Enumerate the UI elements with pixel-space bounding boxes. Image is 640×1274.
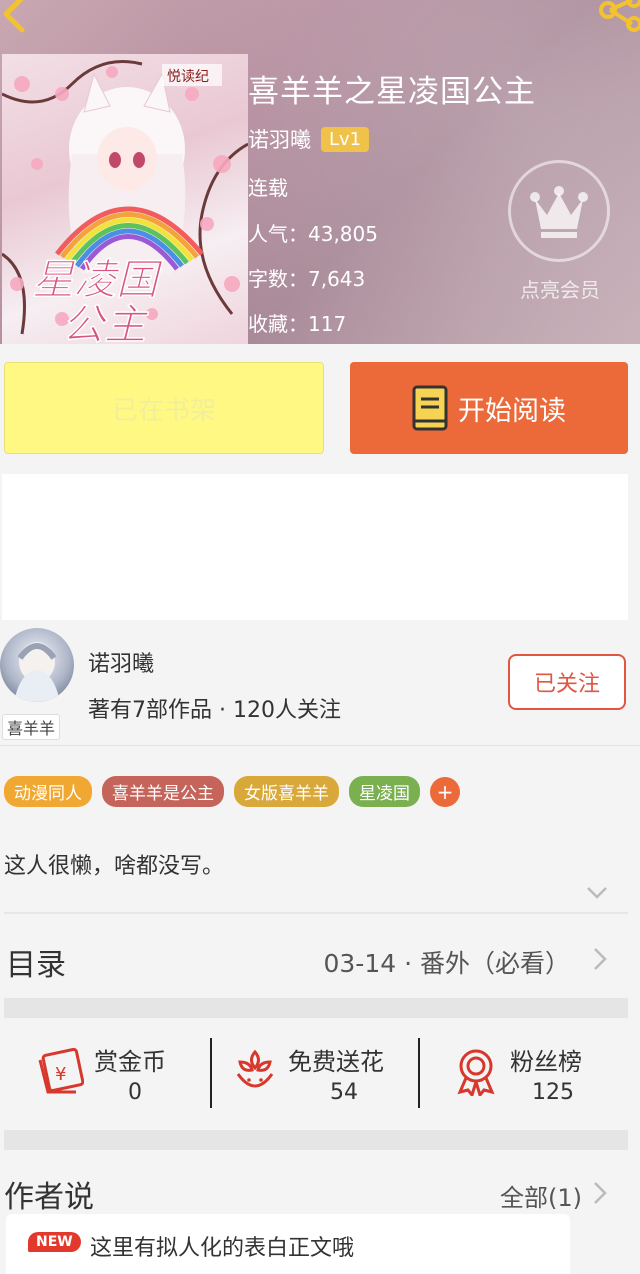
stats-divider [210, 1038, 212, 1108]
award-ribbon-icon [457, 1049, 495, 1096]
crown-icon [530, 186, 588, 238]
svg-text:¥: ¥ [55, 1064, 66, 1085]
stat-label: 赏金币 [94, 1048, 166, 1076]
tag-item[interactable]: 星凌国 [349, 776, 420, 807]
back-arrow-icon[interactable] [0, 0, 30, 34]
stat-value: 125 [532, 1080, 574, 1105]
share-icon[interactable] [596, 0, 640, 34]
section-separator [4, 1130, 628, 1150]
book-icon [412, 385, 448, 431]
stat-value: 0 [128, 1080, 142, 1105]
member-label[interactable]: 点亮会员 [510, 274, 610, 303]
popularity-count: 人气：43,805 [248, 222, 378, 246]
reward-coins-stat[interactable]: ¥ 赏金币 0 [0, 1030, 210, 1120]
svg-text:星凌国: 星凌国 [32, 255, 163, 304]
author-card-name[interactable]: 诺羽曦 [88, 646, 154, 678]
in-bookshelf-button[interactable]: 已在书架 [4, 362, 324, 454]
favorites-count: 收藏：117 [248, 312, 347, 336]
chevron-right-icon[interactable] [592, 1180, 608, 1206]
serial-status: 连载 [248, 176, 288, 200]
free-flowers-stat[interactable]: 免费送花 54 [212, 1030, 418, 1120]
catalog-title[interactable]: 目录 [6, 940, 66, 984]
stat-label: 粉丝榜 [510, 1048, 582, 1076]
chevron-right-icon[interactable] [592, 946, 608, 972]
followed-button[interactable]: 已关注 [508, 654, 626, 710]
book-header: 悦读纪 星凌国 公主 喜羊羊之星凌国公主 诺羽曦 Lv1 连载 人气：43,80… [0, 0, 640, 344]
book-title: 喜羊羊之星凌国公主 [248, 74, 536, 110]
member-button[interactable] [508, 160, 610, 262]
avatar[interactable]: 喜羊羊 [0, 628, 74, 740]
tag-list: 动漫同人 喜羊羊是公主 女版喜羊羊 星凌国 + [4, 776, 460, 807]
ad-placeholder [2, 474, 628, 620]
author-card[interactable]: 喜羊羊 诺羽曦 著有7部作品 · 120人关注 已关注 [0, 620, 640, 746]
stats-bar: ¥ 赏金币 0 免费送花 54 粉丝榜 125 [0, 1030, 640, 1120]
avatar-tag: 喜羊羊 [2, 714, 61, 740]
section-separator [4, 998, 628, 1018]
add-tag-button[interactable]: + [430, 776, 460, 807]
level-badge: Lv1 [321, 126, 370, 152]
stat-value: 54 [330, 1080, 358, 1105]
book-cover-image[interactable]: 悦读纪 星凌国 公主 [2, 54, 248, 344]
author-says-text: 这里有拟人化的表白正文哦 [90, 1236, 355, 1261]
stat-label: 免费送花 [288, 1048, 384, 1076]
author-says-item[interactable]: NEW 这里有拟人化的表白正文哦 [6, 1214, 570, 1274]
author-row[interactable]: 诺羽曦 Lv1 [248, 124, 370, 154]
author-says-all-link[interactable]: 全部(1) [500, 1178, 582, 1213]
author-name[interactable]: 诺羽曦 [248, 124, 311, 154]
svg-text:公主: 公主 [62, 300, 149, 344]
author-says-title: 作者说 [4, 1180, 94, 1215]
start-reading-button[interactable]: 开始阅读 [350, 362, 628, 454]
divider [0, 745, 640, 746]
divider [4, 912, 628, 914]
flower-icon [236, 1049, 274, 1088]
tag-item[interactable]: 喜羊羊是公主 [102, 776, 224, 807]
tag-item[interactable]: 女版喜羊羊 [234, 776, 339, 807]
stats-divider [418, 1038, 420, 1108]
chevron-down-icon[interactable] [586, 886, 608, 900]
author-card-stats: 著有7部作品 · 120人关注 [88, 698, 341, 723]
red-envelope-icon: ¥ [38, 1048, 84, 1094]
latest-chapter[interactable]: 03-14 · 番外（必看） [324, 944, 571, 980]
svg-text:悦读纪: 悦读纪 [167, 68, 209, 85]
new-badge: NEW [28, 1232, 81, 1252]
word-count: 字数：7,643 [248, 267, 366, 291]
tag-item[interactable]: 动漫同人 [4, 776, 92, 807]
start-reading-label: 开始阅读 [458, 395, 566, 427]
fan-ranking-stat[interactable]: 粉丝榜 125 [420, 1030, 640, 1120]
avatar-image [0, 628, 74, 702]
book-description: 这人很懒，啥都没写。 [4, 854, 225, 879]
